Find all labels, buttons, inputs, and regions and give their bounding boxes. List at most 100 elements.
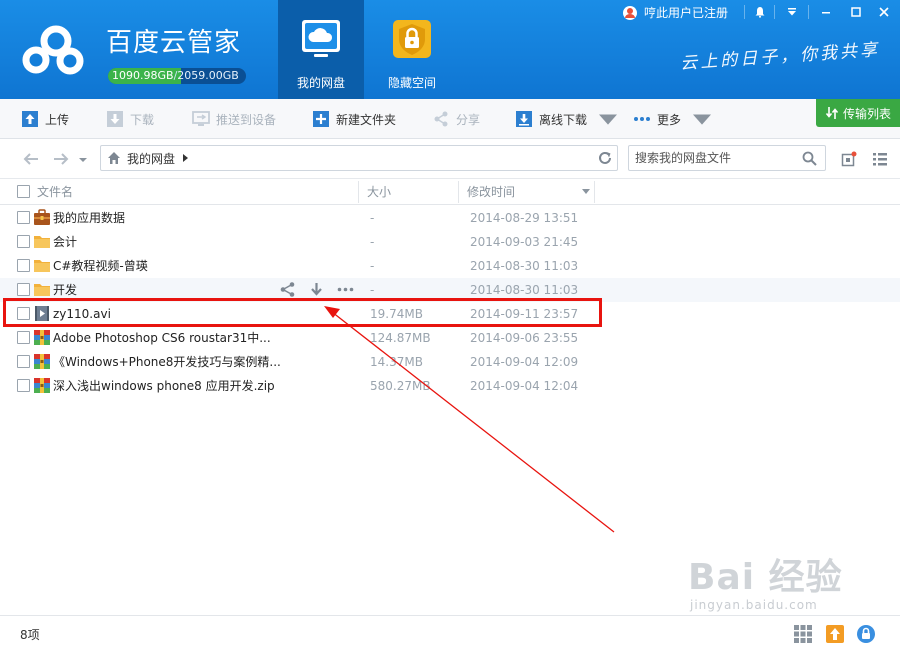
- refresh-icon[interactable]: [597, 150, 613, 166]
- tab-label: 我的网盘: [296, 76, 345, 90]
- row-checkbox[interactable]: [17, 283, 30, 296]
- item-count: 8项: [20, 628, 40, 642]
- file-modified-time: 2014-08-29 13:51: [470, 211, 579, 225]
- minimize-button[interactable]: [814, 2, 838, 22]
- file-name: 开发: [53, 283, 78, 297]
- column-header-modified[interactable]: 修改时间: [467, 179, 515, 205]
- download-icon: [107, 111, 123, 127]
- file-size: -: [370, 235, 375, 249]
- offline-download-button[interactable]: 离线下载: [515, 99, 618, 139]
- close-icon: [879, 7, 889, 17]
- user-avatar-icon: [623, 5, 637, 20]
- offline-download-icon: [516, 111, 532, 127]
- row-checkbox[interactable]: [17, 307, 30, 320]
- file-modified-time: 2014-09-11 23:57: [470, 307, 579, 321]
- share-label: 分享: [456, 112, 481, 127]
- column-header-size[interactable]: 大小: [367, 179, 391, 205]
- tab-label: 隐藏空间: [387, 76, 436, 90]
- back-button[interactable]: [22, 151, 40, 167]
- storage-quota-bar: 1090.98GB/2059.00GB: [108, 68, 246, 84]
- menu-button[interactable]: [780, 2, 804, 22]
- forward-button[interactable]: [52, 151, 70, 167]
- notification-button[interactable]: [748, 2, 772, 22]
- divider: [774, 5, 775, 19]
- upload-button[interactable]: 上传: [21, 99, 69, 139]
- chevron-right-icon: [183, 154, 189, 162]
- upload-label: 上传: [45, 112, 70, 127]
- breadcrumb-root[interactable]: 我的网盘: [127, 150, 175, 167]
- file-size: -: [370, 259, 375, 273]
- file-row[interactable]: 深入浅出windows phone8 应用开发.zip 580.27MB 201…: [0, 374, 900, 398]
- row-checkbox[interactable]: [17, 331, 30, 344]
- maximize-icon: [851, 7, 861, 17]
- column-divider: [594, 181, 595, 203]
- transfer-list-button[interactable]: 传输列表: [816, 99, 900, 127]
- file-row[interactable]: 开发 - 2014-08-30 11:03: [0, 278, 900, 302]
- user-status[interactable]: 哼此用户已注册: [622, 4, 728, 21]
- column-header-name[interactable]: 文件名: [37, 179, 73, 205]
- more-dots-icon[interactable]: [337, 281, 354, 298]
- list-view-icon[interactable]: [872, 151, 888, 167]
- divider: [808, 5, 809, 19]
- file-row[interactable]: Adobe Photoshop CS6 roustar31中... 124.87…: [0, 326, 900, 350]
- tab-my-disk[interactable]: 我的网盘: [278, 0, 364, 99]
- file-row[interactable]: 会计 - 2014-09-03 21:45: [0, 230, 900, 254]
- download-icon[interactable]: [308, 281, 325, 298]
- row-checkbox[interactable]: [17, 355, 30, 368]
- more-button[interactable]: 更多: [633, 99, 712, 139]
- file-row[interactable]: zy110.avi 19.74MB 2014-09-11 23:57: [0, 302, 900, 326]
- history-dropdown[interactable]: [78, 151, 88, 167]
- address-row: 我的网盘: [0, 139, 900, 179]
- upload-icon: [22, 111, 38, 127]
- file-row[interactable]: 《Windows+Phone8开发技巧与案例精... 14.37MB 2014-…: [0, 350, 900, 374]
- tab-hidden-space[interactable]: 隐藏空间: [369, 0, 455, 99]
- row-checkbox[interactable]: [17, 259, 30, 272]
- safe-lock-icon[interactable]: [856, 624, 876, 644]
- chevron-down-icon: [599, 114, 618, 125]
- file-row[interactable]: 我的应用数据 - 2014-08-29 13:51: [0, 206, 900, 230]
- search-icon[interactable]: [802, 151, 817, 166]
- transfer-list-label: 传输列表: [842, 106, 891, 121]
- upgrade-icon[interactable]: [825, 624, 845, 644]
- column-divider: [458, 181, 459, 203]
- back-arrow-icon: [23, 153, 38, 165]
- file-size: 14.37MB: [370, 355, 423, 369]
- bell-icon: [755, 7, 765, 18]
- select-all-checkbox[interactable]: [17, 185, 30, 198]
- folder-icon: [34, 236, 50, 248]
- transfer-icon: [825, 107, 839, 119]
- grid-apps-icon[interactable]: [793, 624, 813, 644]
- watermark-url: jingyan.baidu.com: [690, 598, 818, 612]
- storage-quota-text: 1090.98GB/2059.00GB: [112, 68, 239, 84]
- row-checkbox[interactable]: [17, 379, 30, 392]
- file-row[interactable]: C#教程视频-曾瑛 - 2014-08-30 11:03: [0, 254, 900, 278]
- address-bar[interactable]: 我的网盘: [100, 145, 618, 171]
- push-device-button[interactable]: 推送到设备: [192, 99, 276, 139]
- archive-file-icon: [34, 330, 50, 345]
- new-folder-button[interactable]: 新建文件夹: [312, 99, 396, 139]
- file-name: 我的应用数据: [53, 211, 126, 225]
- file-modified-time: 2014-09-04 12:09: [470, 355, 579, 369]
- forward-arrow-icon: [54, 153, 69, 165]
- new-folder-icon: [313, 111, 329, 127]
- download-button[interactable]: 下载: [106, 99, 154, 139]
- close-button[interactable]: [872, 2, 896, 22]
- file-name: C#教程视频-曾瑛: [53, 259, 148, 273]
- thumbnail-view-icon[interactable]: [841, 151, 857, 167]
- search-input[interactable]: [629, 146, 789, 170]
- quota-total: 2059.00GB: [177, 69, 239, 82]
- folder-icon: [34, 284, 50, 296]
- maximize-button[interactable]: [844, 2, 868, 22]
- quota-used: 1090.98GB: [112, 69, 174, 82]
- share-icon[interactable]: [279, 281, 296, 298]
- file-size: -: [370, 211, 375, 225]
- file-modified-time: 2014-09-06 23:55: [470, 331, 579, 345]
- row-checkbox[interactable]: [17, 235, 30, 248]
- file-list-header: 文件名 大小 修改时间: [0, 179, 900, 205]
- row-checkbox[interactable]: [17, 211, 30, 224]
- sort-desc-icon[interactable]: [582, 189, 590, 195]
- share-button[interactable]: 分享: [432, 99, 480, 139]
- archive-file-icon: [34, 378, 50, 393]
- file-modified-time: 2014-09-03 21:45: [470, 235, 579, 249]
- file-size: 580.27MB: [370, 379, 431, 393]
